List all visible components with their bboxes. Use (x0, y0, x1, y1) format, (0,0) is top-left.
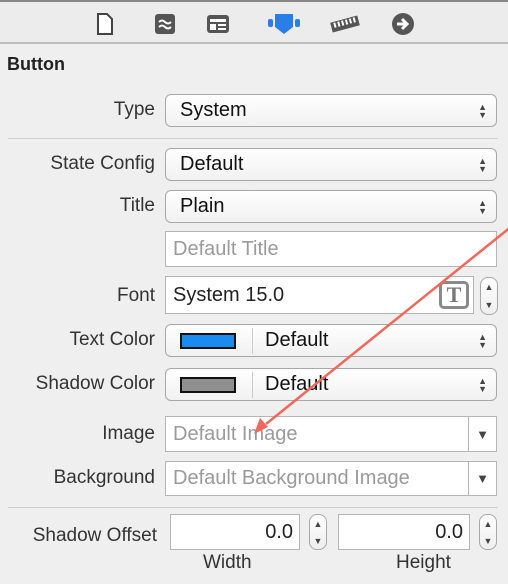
shadow-width-stepper[interactable]: ▲ ▼ (309, 514, 327, 550)
shadow-color-popup[interactable]: Default ▲ ▼ (165, 368, 497, 401)
state-config-popup[interactable]: Default ▲ ▼ (165, 148, 497, 181)
shadow-width-field[interactable]: 0.0 (170, 514, 300, 550)
font-picker-icon[interactable]: T (439, 281, 469, 309)
font-field[interactable]: System 15.0 T (165, 276, 474, 314)
image-combobox[interactable]: Default Image ▼ (165, 416, 497, 452)
title-label: Title (119, 195, 155, 216)
font-value: System 15.0 (173, 283, 285, 306)
shadow-width-value: 0.0 (265, 520, 293, 543)
updown-icon: ▲ ▼ (478, 332, 487, 350)
title-field[interactable]: Default Title (165, 231, 497, 267)
background-combobox[interactable]: Default Background Image ▼ (165, 461, 497, 496)
section-title: Button (7, 54, 65, 74)
identity-inspector-icon[interactable] (206, 12, 230, 36)
size-inspector-icon[interactable] (329, 12, 361, 36)
height-label: Height (396, 552, 451, 573)
inspector-toolbar (0, 0, 508, 44)
type-popup[interactable]: System ▲ ▼ (165, 94, 497, 127)
state-config-value: Default (180, 153, 244, 175)
shadow-color-value: Default (265, 373, 329, 395)
title-placeholder: Default Title (173, 237, 279, 260)
separator (8, 507, 498, 508)
font-label: Font (116, 285, 155, 306)
font-size-stepper[interactable]: ▲ ▼ (480, 277, 498, 315)
text-color-popup[interactable]: Default ▲ ▼ (165, 324, 497, 357)
type-label: Type (113, 99, 155, 120)
color-swatch (180, 332, 236, 349)
chevron-down-icon[interactable]: ▼ (468, 417, 496, 451)
divider (252, 371, 253, 398)
shadow-offset-label: Shadow Offset (32, 525, 157, 546)
updown-icon: ▲ ▼ (478, 376, 487, 394)
width-label: Width (203, 552, 252, 573)
divider (252, 327, 253, 354)
text-color-value: Default (265, 329, 329, 351)
quick-help-icon[interactable] (153, 12, 177, 36)
shadow-height-stepper[interactable]: ▲ ▼ (479, 514, 497, 550)
attributes-inspector-icon[interactable] (268, 12, 300, 36)
updown-icon: ▲ ▼ (478, 102, 487, 120)
chevron-down-icon[interactable]: ▼ (468, 462, 496, 495)
updown-icon: ▲ ▼ (478, 156, 487, 174)
type-value: System (180, 99, 247, 121)
color-swatch (180, 376, 236, 393)
title-type-popup[interactable]: Plain ▲ ▼ (165, 190, 497, 223)
title-type-value: Plain (180, 195, 225, 217)
background-placeholder: Default Background Image (173, 467, 410, 489)
connections-inspector-icon[interactable] (391, 12, 415, 36)
shadow-color-label: Shadow Color (35, 373, 155, 394)
updown-icon: ▲ ▼ (478, 198, 487, 216)
file-inspector-icon[interactable] (93, 12, 117, 36)
text-color-label: Text Color (69, 329, 155, 350)
image-placeholder: Default Image (173, 422, 298, 445)
background-label: Background (53, 467, 155, 488)
shadow-height-field[interactable]: 0.0 (338, 514, 470, 550)
separator (8, 138, 498, 139)
image-label: Image (102, 423, 155, 444)
shadow-height-value: 0.0 (435, 520, 463, 543)
state-config-label: State Config (50, 153, 155, 174)
